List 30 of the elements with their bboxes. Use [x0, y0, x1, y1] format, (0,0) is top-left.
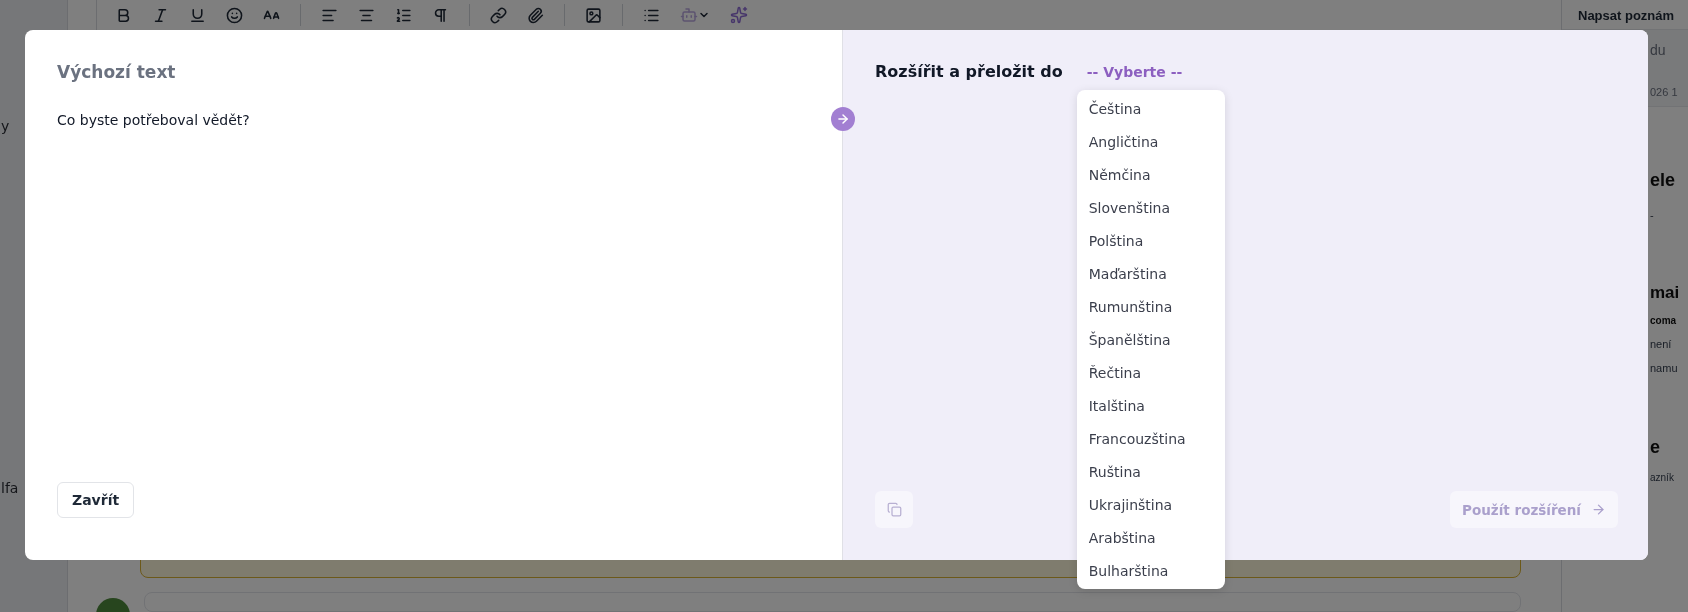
source-text: Co byste potřeboval vědět?	[57, 112, 251, 128]
panel-text: coma	[1649, 315, 1678, 326]
panel-text: -	[1649, 209, 1655, 221]
language-option[interactable]: Bulharština	[1076, 554, 1225, 587]
close-button[interactable]: Zavřít	[57, 482, 135, 518]
source-title: Výchozí text	[57, 62, 177, 82]
heading: ele	[1649, 169, 1677, 192]
date-text: 026 1	[1650, 86, 1679, 98]
language-option[interactable]: Arabština	[1076, 521, 1225, 554]
language-option[interactable]: Čeština	[1076, 92, 1225, 125]
target-label: Rozšířit a přeložit do	[875, 62, 1063, 81]
language-option[interactable]: Španělština	[1076, 323, 1225, 356]
language-option[interactable]: Polština	[1076, 224, 1225, 257]
field-text: du	[1650, 42, 1667, 58]
panel-text: namu	[1649, 362, 1679, 374]
language-option[interactable]: Italština	[1076, 389, 1225, 422]
language-option[interactable]: Řečtina	[1076, 356, 1225, 389]
language-option[interactable]: Němčina	[1076, 158, 1225, 191]
language-option[interactable]: Ukrajinština	[1076, 488, 1225, 521]
heading: e	[1649, 436, 1661, 459]
language-option[interactable]: Francouzština	[1076, 422, 1225, 455]
panel-text: není	[1649, 338, 1673, 350]
language-option[interactable]: Slovenština	[1076, 191, 1225, 224]
heading: mai	[1649, 283, 1681, 303]
language-option[interactable]: Rumunština	[1076, 290, 1225, 323]
language-option[interactable]: Angličtina	[1076, 125, 1225, 158]
language-option[interactable]: Ruština	[1076, 455, 1225, 488]
language-option[interactable]: Maďarština	[1076, 257, 1225, 290]
panel-text: azník	[1649, 472, 1675, 483]
language-select[interactable]: -- Vyberte --	[1084, 64, 1185, 80]
